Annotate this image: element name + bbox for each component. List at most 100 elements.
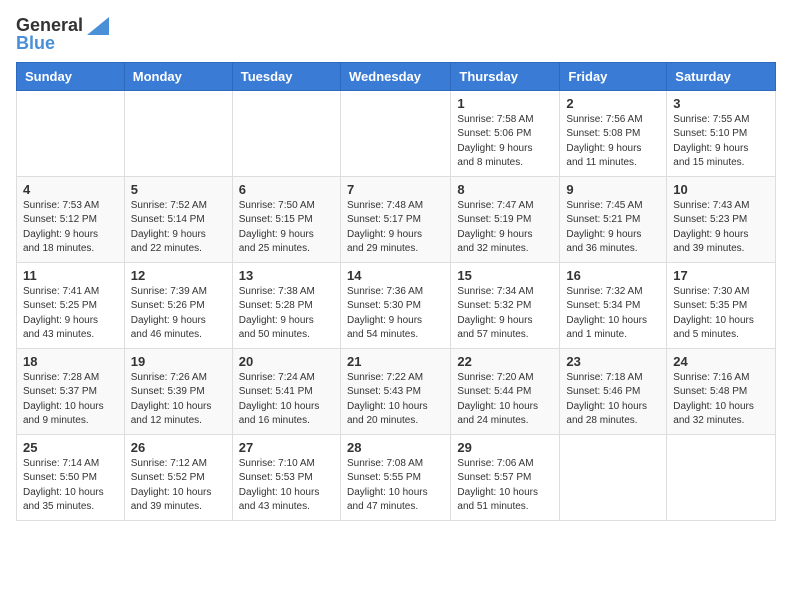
day-info: Sunrise: 7:45 AM Sunset: 5:21 PM Dayligh… [566,199,660,257]
day-info: Sunrise: 7:50 AM Sunset: 5:15 PM Dayligh… [239,199,334,257]
calendar-cell: 11 Sunrise: 7:41 AM Sunset: 5:25 PM Dayli… [17,262,125,348]
day-info: Sunrise: 7:34 AM Sunset: 5:32 PM Dayligh… [457,285,553,343]
day-info: Sunrise: 7:28 AM Sunset: 5:37 PM Dayligh… [23,371,118,429]
day-number: 22 [457,354,553,369]
calendar-cell [340,90,450,176]
weekday-header-thursday: Thursday [451,62,560,90]
calendar-cell [124,90,232,176]
day-number: 11 [23,268,118,283]
day-number: 13 [239,268,334,283]
day-number: 14 [347,268,444,283]
day-number: 15 [457,268,553,283]
calendar-cell: 21 Sunrise: 7:22 AM Sunset: 5:43 PM Dayli… [340,348,450,434]
day-info: Sunrise: 7:32 AM Sunset: 5:34 PM Dayligh… [566,285,660,343]
calendar-cell: 19 Sunrise: 7:26 AM Sunset: 5:39 PM Dayli… [124,348,232,434]
logo: General Blue [16,16,109,54]
logo-container: General Blue [16,16,109,54]
calendar-cell: 20 Sunrise: 7:24 AM Sunset: 5:41 PM Dayli… [232,348,340,434]
day-info: Sunrise: 7:36 AM Sunset: 5:30 PM Dayligh… [347,285,444,343]
day-info: Sunrise: 7:18 AM Sunset: 5:46 PM Dayligh… [566,371,660,429]
day-info: Sunrise: 7:43 AM Sunset: 5:23 PM Dayligh… [673,199,769,257]
day-number: 21 [347,354,444,369]
week-row-2: 4 Sunrise: 7:53 AM Sunset: 5:12 PM Daylig… [17,176,776,262]
calendar-cell: 29Sunrise: 7:06 AM Sunset: 5:57 PM Dayli… [451,434,560,520]
calendar-cell: 15 Sunrise: 7:34 AM Sunset: 5:32 PM Dayli… [451,262,560,348]
day-number: 19 [131,354,226,369]
day-info: Sunrise: 7:14 AM Sunset: 5:50 PM Dayligh… [23,457,118,515]
calendar-cell: 26 Sunrise: 7:12 AM Sunset: 5:52 PM Dayli… [124,434,232,520]
day-number: 29 [457,440,553,455]
weekday-header-wednesday: Wednesday [340,62,450,90]
weekday-header-row: SundayMondayTuesdayWednesdayThursdayFrid… [17,62,776,90]
calendar-cell: 6Sunrise: 7:50 AM Sunset: 5:15 PM Daylig… [232,176,340,262]
weekday-header-monday: Monday [124,62,232,90]
day-number: 1 [457,96,553,111]
day-number: 20 [239,354,334,369]
calendar-cell: 22 Sunrise: 7:20 AM Sunset: 5:44 PM Dayli… [451,348,560,434]
calendar-cell: 5 Sunrise: 7:52 AM Sunset: 5:14 PM Daylig… [124,176,232,262]
calendar-cell: 7Sunrise: 7:48 AM Sunset: 5:17 PM Daylig… [340,176,450,262]
day-info: Sunrise: 7:30 AM Sunset: 5:35 PM Dayligh… [673,285,769,343]
day-info: Sunrise: 7:58 AM Sunset: 5:06 PM Dayligh… [457,113,553,171]
logo-bird-icon [87,17,109,35]
day-number: 24 [673,354,769,369]
day-number: 4 [23,182,118,197]
day-number: 3 [673,96,769,111]
day-info: Sunrise: 7:20 AM Sunset: 5:44 PM Dayligh… [457,371,553,429]
weekday-header-sunday: Sunday [17,62,125,90]
calendar-cell: 9 Sunrise: 7:45 AM Sunset: 5:21 PM Daylig… [560,176,667,262]
calendar-table: SundayMondayTuesdayWednesdayThursdayFrid… [16,62,776,521]
calendar-cell [560,434,667,520]
calendar-cell: 17 Sunrise: 7:30 AM Sunset: 5:35 PM Dayli… [667,262,776,348]
page-header: General Blue [16,16,776,54]
day-number: 17 [673,268,769,283]
weekday-header-friday: Friday [560,62,667,90]
weekday-header-tuesday: Tuesday [232,62,340,90]
day-number: 5 [131,182,226,197]
week-row-1: 1 Sunrise: 7:58 AM Sunset: 5:06 PM Daylig… [17,90,776,176]
day-info: Sunrise: 7:38 AM Sunset: 5:28 PM Dayligh… [239,285,334,343]
day-number: 9 [566,182,660,197]
calendar-cell [232,90,340,176]
day-number: 28 [347,440,444,455]
day-number: 25 [23,440,118,455]
day-info: Sunrise: 7:47 AM Sunset: 5:19 PM Dayligh… [457,199,553,257]
day-info: Sunrise: 7:24 AM Sunset: 5:41 PM Dayligh… [239,371,334,429]
calendar-cell: 3 Sunrise: 7:55 AM Sunset: 5:10 PM Daylig… [667,90,776,176]
day-info: Sunrise: 7:22 AM Sunset: 5:43 PM Dayligh… [347,371,444,429]
calendar-cell: 14 Sunrise: 7:36 AM Sunset: 5:30 PM Dayli… [340,262,450,348]
day-number: 18 [23,354,118,369]
weekday-header-saturday: Saturday [667,62,776,90]
day-info: Sunrise: 7:56 AM Sunset: 5:08 PM Dayligh… [566,113,660,171]
calendar-cell [667,434,776,520]
day-info: Sunrise: 7:16 AM Sunset: 5:48 PM Dayligh… [673,371,769,429]
day-info: Sunrise: 7:26 AM Sunset: 5:39 PM Dayligh… [131,371,226,429]
day-number: 26 [131,440,226,455]
calendar-cell [17,90,125,176]
day-number: 27 [239,440,334,455]
day-number: 23 [566,354,660,369]
day-info: Sunrise: 7:41 AM Sunset: 5:25 PM Dayligh… [23,285,118,343]
day-info: Sunrise: 7:12 AM Sunset: 5:52 PM Dayligh… [131,457,226,515]
calendar-cell: 16Sunrise: 7:32 AM Sunset: 5:34 PM Dayli… [560,262,667,348]
day-info: Sunrise: 7:53 AM Sunset: 5:12 PM Dayligh… [23,199,118,257]
day-number: 8 [457,182,553,197]
calendar-cell: 13 Sunrise: 7:38 AM Sunset: 5:28 PM Dayli… [232,262,340,348]
calendar-cell: 4 Sunrise: 7:53 AM Sunset: 5:12 PM Daylig… [17,176,125,262]
calendar-cell: 12Sunrise: 7:39 AM Sunset: 5:26 PM Dayli… [124,262,232,348]
day-info: Sunrise: 7:08 AM Sunset: 5:55 PM Dayligh… [347,457,444,515]
day-number: 10 [673,182,769,197]
calendar-cell: 27 Sunrise: 7:10 AM Sunset: 5:53 PM Dayli… [232,434,340,520]
day-info: Sunrise: 7:10 AM Sunset: 5:53 PM Dayligh… [239,457,334,515]
week-row-4: 18 Sunrise: 7:28 AM Sunset: 5:37 PM Dayli… [17,348,776,434]
week-row-5: 25 Sunrise: 7:14 AM Sunset: 5:50 PM Dayli… [17,434,776,520]
day-info: Sunrise: 7:55 AM Sunset: 5:10 PM Dayligh… [673,113,769,171]
day-info: Sunrise: 7:52 AM Sunset: 5:14 PM Dayligh… [131,199,226,257]
calendar-cell: 23 Sunrise: 7:18 AM Sunset: 5:46 PM Dayli… [560,348,667,434]
week-row-3: 11 Sunrise: 7:41 AM Sunset: 5:25 PM Dayli… [17,262,776,348]
calendar-cell: 1 Sunrise: 7:58 AM Sunset: 5:06 PM Daylig… [451,90,560,176]
day-info: Sunrise: 7:48 AM Sunset: 5:17 PM Dayligh… [347,199,444,257]
calendar-cell: 8 Sunrise: 7:47 AM Sunset: 5:19 PM Daylig… [451,176,560,262]
day-number: 12 [131,268,226,283]
calendar-cell: 25 Sunrise: 7:14 AM Sunset: 5:50 PM Dayli… [17,434,125,520]
